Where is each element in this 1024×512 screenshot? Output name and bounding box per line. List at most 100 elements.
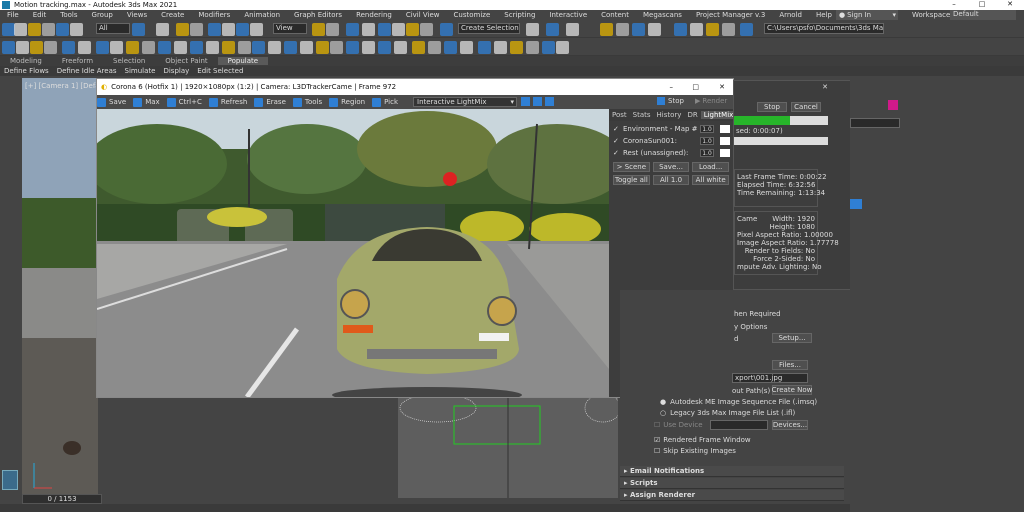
menu-item-file[interactable]: File (0, 11, 26, 19)
toolbar-tool-icon[interactable] (444, 41, 457, 54)
toolbar-tool-icon[interactable] (526, 41, 539, 54)
toolbar-tool-icon[interactable] (158, 41, 171, 54)
vfb-ctrl-c-button[interactable]: Ctrl+C (166, 97, 202, 107)
ribbon-item-edit-selected[interactable]: Edit Selected (193, 67, 247, 75)
tab-post[interactable]: Post (609, 111, 630, 119)
lightmix-load-button[interactable]: Load... (692, 162, 730, 172)
zoom-fit-icon[interactable] (545, 97, 554, 106)
toolbar-tool-icon[interactable] (156, 23, 169, 36)
toolbar-tool-icon[interactable] (222, 23, 235, 36)
menu-item-modifiers[interactable]: Modifiers (191, 11, 237, 19)
menu-item-arnold[interactable]: Arnold (772, 11, 809, 19)
ribbon-tab-object-paint[interactable]: Object Paint (155, 57, 217, 65)
menu-item-help[interactable]: Help (809, 11, 839, 19)
menu-item-tools[interactable]: Tools (53, 11, 84, 19)
toolbar-tool-icon[interactable] (542, 41, 555, 54)
toolbar-tool-icon[interactable] (110, 41, 123, 54)
toolbar-tool-icon[interactable] (566, 23, 579, 36)
toolbar-tool-icon[interactable] (392, 23, 405, 36)
ribbon-item-define-idle-areas[interactable]: Define Idle Areas (53, 67, 121, 75)
maximize-icon[interactable]: □ (968, 0, 996, 8)
toolbar-tool-icon[interactable] (284, 41, 297, 54)
toolbar-tool-icon[interactable] (406, 23, 419, 36)
rendered-frame-checkbox[interactable]: ☑ Rendered Frame Window (654, 436, 751, 444)
toolbar-tool-icon[interactable] (362, 23, 375, 36)
toolbar-tool-icon[interactable] (690, 23, 703, 36)
menu-item-megascans[interactable]: Megascans (636, 11, 689, 19)
toolbar-tool-icon[interactable] (674, 23, 687, 36)
toolbar-tool-icon[interactable] (222, 41, 235, 54)
toolbar-tool-icon[interactable] (428, 41, 441, 54)
toolbar-tool-icon[interactable] (56, 23, 69, 36)
menu-item-create[interactable]: Create (154, 11, 191, 19)
radio-ifl[interactable]: ○ Legacy 3ds Max Image File List (.ifl) (660, 409, 795, 417)
lightmix-scene-button[interactable]: > Scene (613, 162, 650, 172)
toolbar-tool-icon[interactable] (546, 23, 559, 36)
toolbar-tool-icon[interactable] (378, 23, 391, 36)
toolbar-tool-icon[interactable] (190, 41, 203, 54)
lightmix-toggle-all-button[interactable]: Toggle all (613, 175, 650, 185)
toolbar-tool-icon[interactable] (44, 41, 57, 54)
tab-lightmix[interactable]: LightMix (700, 111, 737, 119)
menu-item-group[interactable]: Group (85, 11, 120, 19)
radio-imsq[interactable]: ● Autodesk ME Image Sequence File (.imsq) (660, 398, 817, 406)
lightmix-all-1-0-button[interactable]: All 1.0 (652, 175, 690, 185)
lightmix-intensity-field[interactable]: 1.0 (700, 149, 714, 157)
use-device-checkbox[interactable]: ☐ Use Device (654, 421, 703, 429)
toolbar-tool-icon[interactable] (312, 23, 325, 36)
skip-existing-checkbox[interactable]: ☐ Skip Existing Images (654, 447, 736, 455)
toolbar-tool-icon[interactable] (478, 41, 491, 54)
toolbar-tool-icon[interactable] (346, 23, 359, 36)
lightmix-save-button[interactable]: Save... (652, 162, 690, 172)
checkbox-icon[interactable]: ✓ (613, 149, 620, 157)
toolbar-tool-icon[interactable] (556, 41, 569, 54)
vfb-save-button[interactable]: Save (97, 97, 126, 107)
ribbon-item-display[interactable]: Display (159, 67, 193, 75)
menu-item-project-manager-v-3[interactable]: Project Manager v.3 (689, 11, 772, 19)
color-swatch[interactable] (888, 100, 898, 110)
rollout-assign-renderer[interactable]: ▸ Assign Renderer (620, 490, 844, 501)
toolbar-tool-icon[interactable] (252, 41, 265, 54)
viewport-layout-tab[interactable] (2, 470, 18, 490)
toolbar-tool-icon[interactable] (190, 23, 203, 36)
checkbox-icon[interactable]: ✓ (613, 125, 620, 133)
project-path-field[interactable]: C:\Users\psfo\Documents\3ds Max 2021 (764, 23, 884, 34)
toolbar-tool-icon[interactable] (722, 23, 735, 36)
toolbar-tool-icon[interactable] (16, 41, 29, 54)
menu-item-edit[interactable]: Edit (26, 11, 54, 19)
toolbar-tool-icon[interactable] (42, 23, 55, 36)
toolbar-tool-icon[interactable] (330, 41, 343, 54)
vfb-max-button[interactable]: Max (133, 97, 160, 107)
toolbar-tool-icon[interactable] (420, 23, 433, 36)
menu-item-scripting[interactable]: Scripting (497, 11, 542, 19)
rollout-scripts[interactable]: ▸ Scripts (620, 478, 844, 489)
lightmix-color-swatch[interactable] (720, 137, 730, 145)
vfb-refresh-button[interactable]: Refresh (208, 97, 247, 107)
toolbar-tool-icon[interactable] (648, 23, 661, 36)
close-icon[interactable]: ✕ (822, 83, 828, 91)
menu-item-rendering[interactable]: Rendering (349, 11, 399, 19)
vfb-erase-button[interactable]: Erase (254, 97, 286, 107)
toolbar-tool-icon[interactable] (440, 23, 453, 36)
tab-stats[interactable]: Stats (630, 111, 654, 119)
tab-history[interactable]: History (654, 111, 685, 119)
lightmix-color-swatch[interactable] (720, 125, 730, 133)
render-button[interactable]: ▶ Render (695, 97, 727, 105)
reference-coord-dropdown[interactable]: View (273, 23, 307, 34)
toolbar-tool-icon[interactable] (78, 41, 91, 54)
stop-render-button[interactable]: Stop (757, 102, 787, 112)
toolbar-tool-icon[interactable] (206, 41, 219, 54)
selection-filter-dropdown[interactable]: All (96, 23, 130, 34)
toolbar-tool-icon[interactable] (174, 41, 187, 54)
toolbar-tool-icon[interactable] (142, 41, 155, 54)
device-field[interactable] (710, 420, 768, 430)
name-field[interactable] (850, 118, 900, 128)
devices-button[interactable]: Devices... (772, 420, 808, 430)
ribbon-tab-selection[interactable]: Selection (103, 57, 155, 65)
toolbar-tool-icon[interactable] (96, 41, 109, 54)
setup-button[interactable]: Setup... (772, 333, 812, 343)
lightmix-color-swatch[interactable] (720, 149, 730, 157)
menu-item-views[interactable]: Views (120, 11, 154, 19)
ribbon-item-simulate[interactable]: Simulate (121, 67, 160, 75)
minimize-icon[interactable]: – (670, 83, 674, 91)
